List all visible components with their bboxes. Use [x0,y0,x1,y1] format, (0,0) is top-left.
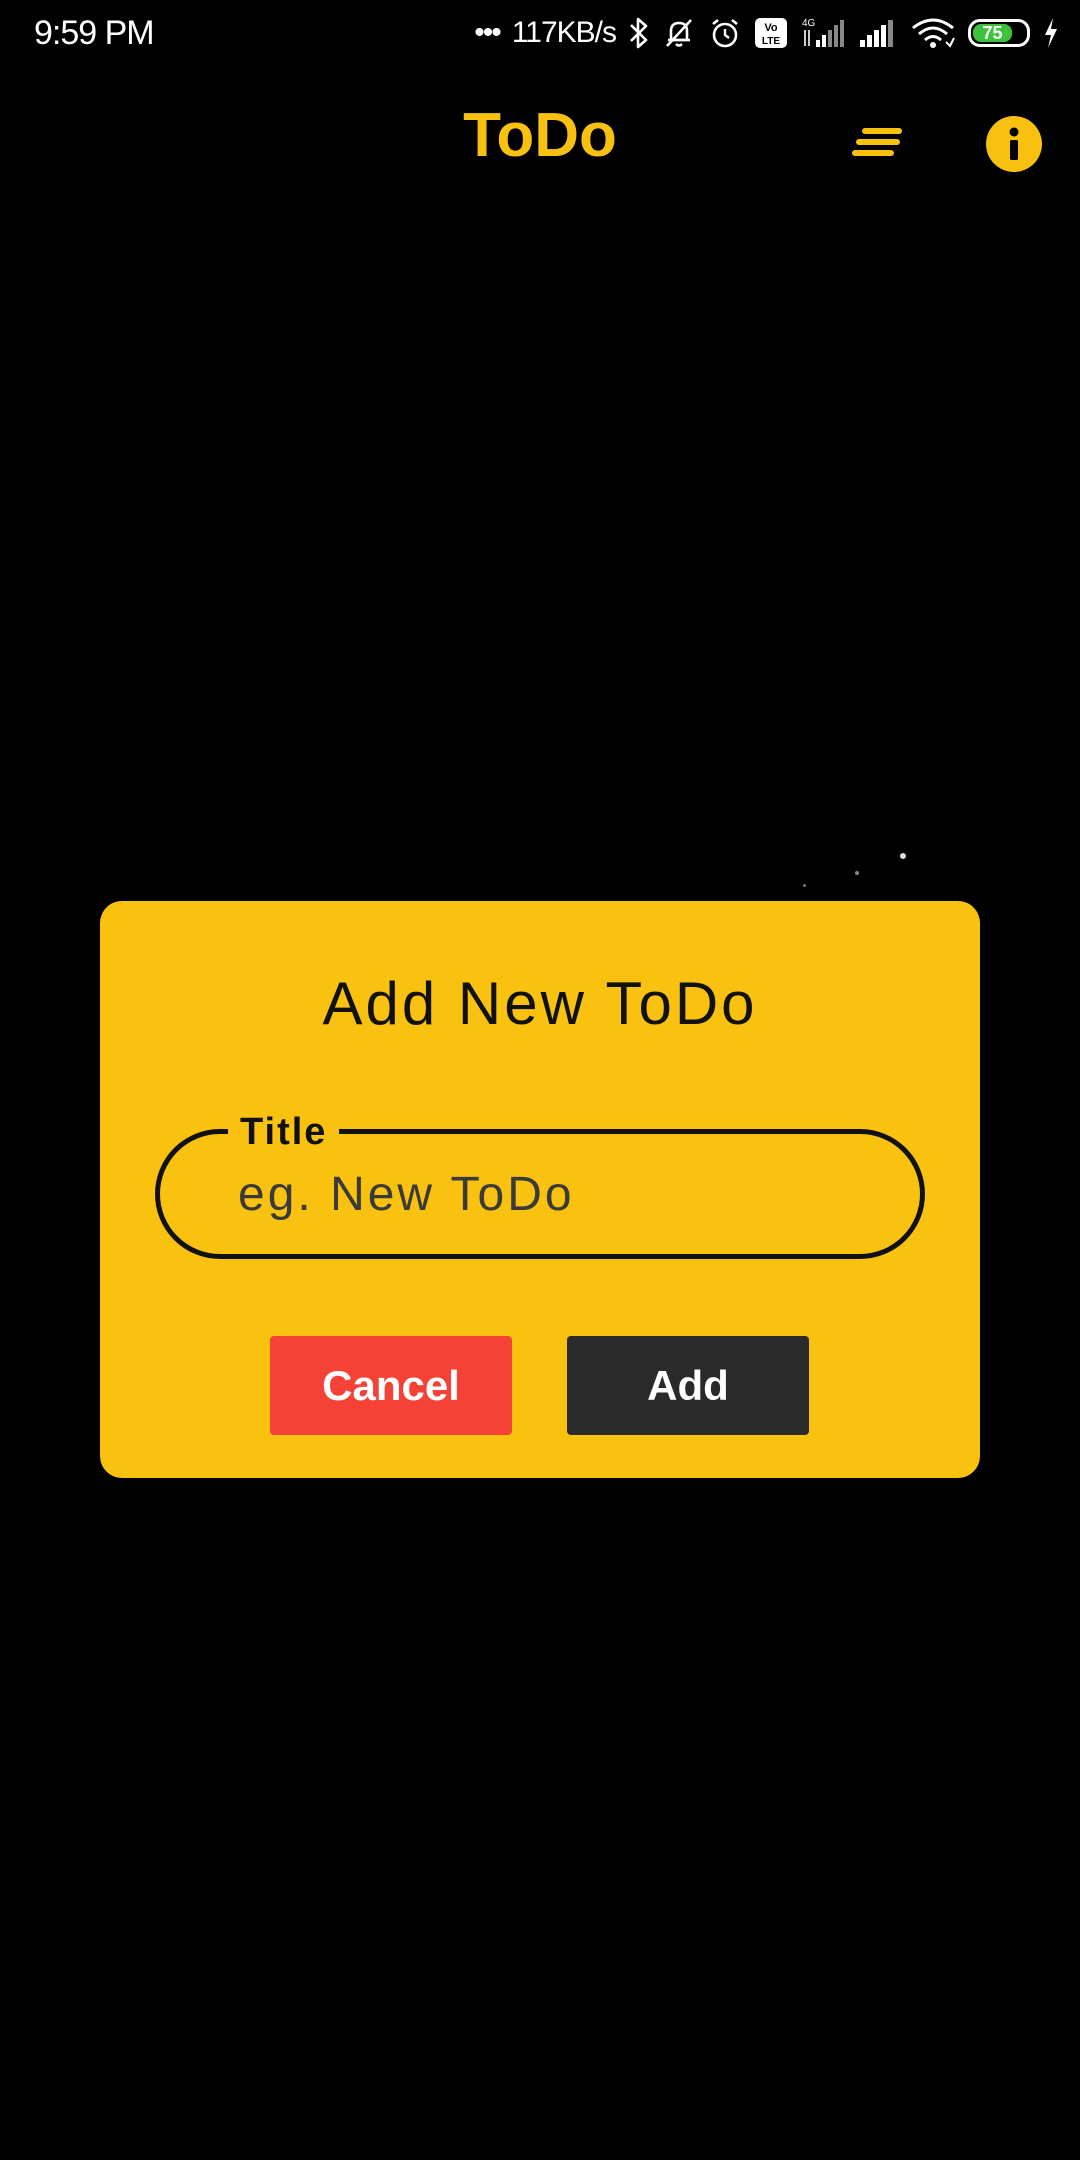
bluetooth-icon [628,16,650,50]
sparkle-dot [803,884,806,887]
sparkle-dot [855,871,859,875]
network-speed: 117KB/s [511,16,617,49]
svg-text:LTE: LTE [762,36,780,47]
status-icons: ••• 117KB/s Vo LTE 4G 75 [474,12,1060,54]
signal-icon [858,16,898,50]
dialog-title: Add New ToDo [322,970,758,1037]
sparkle-dot [900,853,906,859]
cancel-button[interactable]: Cancel [270,1336,512,1435]
status-bar: 9:59 PM ••• 117KB/s Vo LTE 4G 75 [0,0,1080,66]
title-field-label: Title [228,1112,340,1152]
charging-icon [1042,16,1060,50]
alarm-icon [708,16,742,50]
app-bar: ToDo [0,70,1080,216]
battery-icon: 75 [968,19,1030,47]
wifi-icon [910,16,956,50]
svg-text:4G: 4G [802,18,816,29]
muted-bell-icon [662,16,696,50]
title-input[interactable] [238,1167,858,1222]
volte-icon: Vo LTE [754,17,788,49]
signal-4g-icon: 4G [800,16,846,50]
add-button[interactable]: Add [567,1336,809,1435]
info-icon[interactable] [986,116,1042,172]
add-todo-dialog: Add New ToDo Title Cancel Add [100,901,980,1478]
status-dots: ••• [474,16,501,49]
app-title: ToDo [463,101,617,170]
title-field[interactable]: Title [155,1112,925,1259]
sort-lines-icon[interactable] [852,120,908,164]
svg-text:Vo: Vo [764,22,778,34]
battery-level: 75 [973,23,1012,43]
status-time: 9:59 PM [34,14,155,52]
